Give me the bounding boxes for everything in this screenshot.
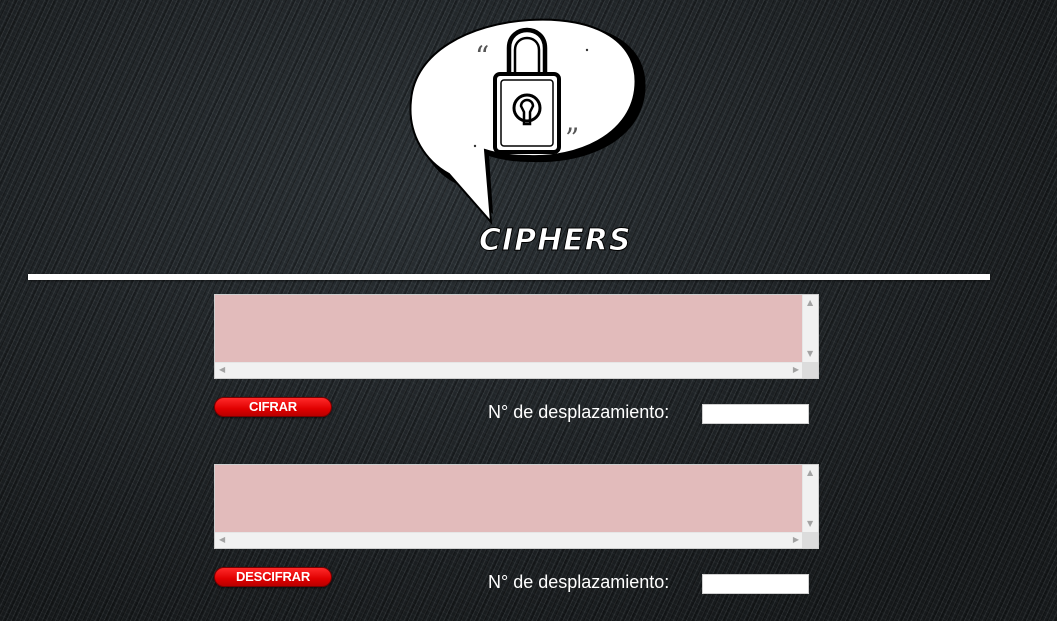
encrypt-vertical-scrollbar[interactable]: ▲ ▼ [802, 295, 818, 362]
scroll-up-arrow-icon[interactable]: ▲ [807, 299, 813, 307]
encrypt-scroll-corner [802, 362, 818, 378]
decrypt-shift-label: N° de desplazamiento: [488, 572, 670, 592]
decrypt-scroll-corner [802, 532, 818, 548]
decrypt-shift-input[interactable] [702, 574, 809, 594]
decrypt-vertical-scrollbar[interactable]: ▲ ▼ [802, 465, 818, 532]
encrypt-textarea-content[interactable] [215, 295, 803, 362]
decrypt-textarea[interactable]: ▲ ▼ ◀ ▶ [214, 464, 819, 549]
decrypt-horizontal-scrollbar[interactable]: ◀ ▶ [215, 532, 803, 548]
cifrar-button[interactable]: CIFRAR [214, 397, 332, 417]
ciphers-logo: “ ” CIPHERS [409, 18, 646, 259]
scroll-right-arrow-icon[interactable]: ▶ [793, 366, 799, 374]
scroll-down-arrow-icon[interactable]: ▼ [807, 350, 813, 358]
scroll-left-arrow-icon[interactable]: ◀ [219, 536, 225, 544]
descifrar-button[interactable]: DESCIFRAR [214, 567, 332, 587]
encrypt-shift-input[interactable] [702, 404, 809, 424]
header-divider [28, 274, 990, 280]
scroll-up-arrow-icon[interactable]: ▲ [807, 469, 813, 477]
scroll-left-arrow-icon[interactable]: ◀ [219, 366, 225, 374]
scroll-down-arrow-icon[interactable]: ▼ [807, 520, 813, 528]
scroll-right-arrow-icon[interactable]: ▶ [793, 536, 799, 544]
decrypt-textarea-content[interactable] [215, 465, 803, 532]
encrypt-textarea[interactable]: ▲ ▼ ◀ ▶ [214, 294, 819, 379]
logo-text: CIPHERS [479, 223, 631, 258]
open-quote-icon: “ [475, 40, 489, 73]
encrypt-horizontal-scrollbar[interactable]: ◀ ▶ [215, 362, 803, 378]
close-quote-icon: ” [565, 122, 579, 155]
encrypt-shift-label: N° de desplazamiento: [488, 402, 670, 422]
